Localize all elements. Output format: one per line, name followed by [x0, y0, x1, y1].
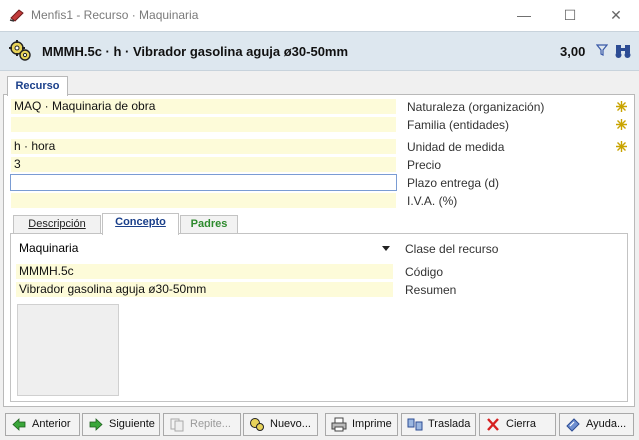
clase-select-value: Maquinaria [19, 241, 79, 255]
resource-image[interactable] [17, 304, 119, 396]
traslada-button[interactable]: Traslada [401, 413, 476, 436]
repite-label: Repite... [190, 418, 231, 430]
chevron-down-icon[interactable] [382, 246, 390, 251]
ayuda-button[interactable]: Ayuda... [559, 413, 634, 436]
resource-header: MMMH.5c · h · Vibrador gasolina aguja ø3… [0, 31, 639, 71]
close-x-icon [487, 418, 499, 431]
naturaleza-field[interactable]: MAQ · Maquinaria de obra [11, 99, 396, 114]
imprime-label: Imprime [352, 418, 392, 430]
tab-descripcion[interactable]: Descripción [13, 215, 101, 233]
resource-title: MMMH.5c · h · Vibrador gasolina aguja ø3… [42, 44, 349, 59]
siguiente-label: Siguiente [109, 418, 155, 430]
tab-recurso[interactable]: Recurso [7, 76, 68, 96]
siguiente-button[interactable]: Siguiente [82, 413, 160, 436]
ayuda-label: Ayuda... [586, 418, 627, 430]
nuevo-label: Nuevo... [270, 418, 311, 430]
nuevo-button[interactable]: Nuevo... [243, 413, 318, 436]
traslada-label: Traslada [428, 418, 471, 430]
clase-label: Clase del recurso [405, 242, 499, 256]
arrow-right-icon [89, 418, 103, 431]
minimize-button[interactable]: — [501, 0, 547, 31]
machinery-gears-icon [9, 40, 31, 61]
filter-icon[interactable] [596, 43, 608, 57]
familia-label: Familia (entidades) [407, 118, 510, 132]
unidad-field[interactable]: h · hora [11, 139, 396, 154]
precio-label: Precio [407, 158, 442, 172]
codigo-field[interactable]: MMMH.5c [16, 264, 393, 279]
maximize-button[interactable]: ☐ [547, 0, 593, 31]
help-icon [566, 418, 580, 432]
precio-field[interactable]: 3 [11, 157, 396, 172]
anterior-button[interactable]: Anterior [5, 413, 80, 436]
tab-concepto[interactable]: Concepto [102, 213, 179, 235]
transfer-icon [407, 418, 423, 431]
lookup-star-icon[interactable] [616, 141, 627, 152]
app-icon [9, 9, 24, 22]
window-title: Menfis1 - Recurso · Maquinaria [31, 8, 199, 22]
cierra-label: Cierra [506, 418, 536, 430]
plazo-label: Plazo entrega (d) [407, 176, 500, 190]
lookup-star-icon[interactable] [616, 119, 627, 130]
unidad-label: Unidad de medida [407, 140, 505, 154]
repeat-icon [170, 418, 184, 432]
close-window-button[interactable]: ✕ [593, 0, 639, 31]
binoculars-icon[interactable] [614, 43, 632, 59]
plazo-field[interactable] [10, 174, 397, 191]
resource-price: 3,00 [560, 44, 586, 59]
codigo-label: Código [405, 265, 444, 279]
anterior-label: Anterior [32, 418, 71, 430]
repite-button[interactable]: Repite... [163, 413, 241, 436]
printer-icon [331, 417, 347, 432]
arrow-left-icon [12, 418, 26, 431]
resumen-field[interactable]: Vibrador gasolina aguja ø30-50mm [16, 282, 393, 297]
lookup-star-icon[interactable] [616, 101, 627, 112]
tab-padres[interactable]: Padres [180, 215, 238, 233]
cierra-button[interactable]: Cierra [479, 413, 556, 436]
naturaleza-label: Naturaleza (organización) [407, 100, 545, 114]
new-icon [250, 418, 264, 431]
familia-field[interactable] [11, 117, 396, 132]
title-bar: Menfis1 - Recurso · Maquinaria — ☐ ✕ [0, 0, 639, 31]
imprime-button[interactable]: Imprime [325, 413, 398, 436]
clase-select[interactable]: Maquinaria [16, 240, 393, 257]
iva-label: I.V.A. (%) [407, 194, 458, 208]
resumen-label: Resumen [405, 283, 457, 297]
iva-field[interactable] [11, 193, 396, 208]
